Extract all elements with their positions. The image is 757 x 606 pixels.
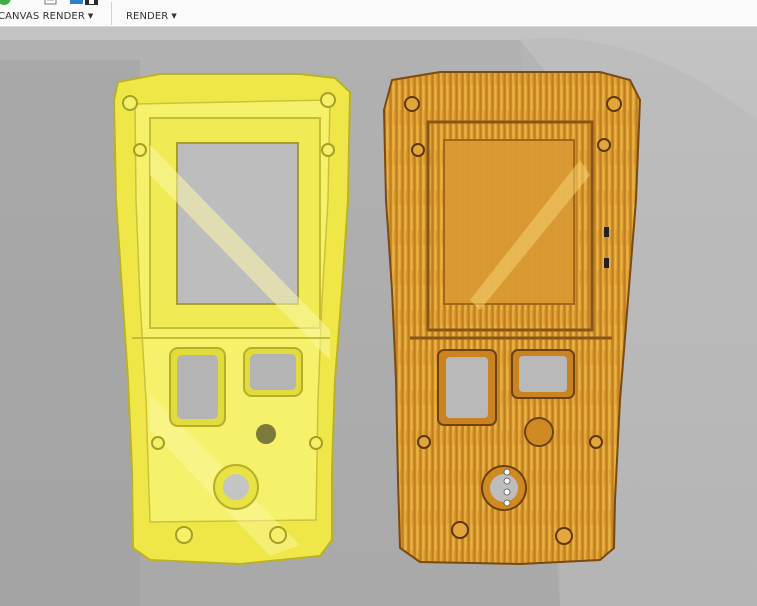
dropdown-caret-icon: ▼ xyxy=(87,12,94,20)
canvas-render-label[interactable]: CANVAS RENDER ▼ xyxy=(0,11,93,22)
button-hole-right-opening xyxy=(250,354,296,390)
front-small-hole xyxy=(256,424,276,444)
rear-knob-hole xyxy=(490,474,518,502)
rear-button-hole-right-opening xyxy=(519,356,567,392)
viewport-scene xyxy=(0,27,757,606)
rear-display-area xyxy=(443,139,575,305)
render-label[interactable]: RENDER ▼ xyxy=(126,11,177,22)
render-group[interactable]: RENDER ▼ xyxy=(120,0,190,27)
rear-boss xyxy=(524,417,554,447)
rear-button-hole-left-opening xyxy=(446,357,488,418)
canvas-render-group[interactable]: CANVAS RENDER ▼ xyxy=(0,0,110,27)
front-knob-hole xyxy=(223,474,249,500)
housing-rear-part[interactable] xyxy=(382,71,642,566)
dropdown-caret-icon: ▼ xyxy=(171,12,177,20)
toolbar-divider xyxy=(111,2,112,25)
housing-front-part[interactable] xyxy=(112,73,352,566)
toolbar: CANVAS RENDER ▼ RENDER ▼ xyxy=(0,0,757,27)
render-viewport[interactable] xyxy=(0,27,757,606)
button-hole-left-opening xyxy=(177,355,218,419)
